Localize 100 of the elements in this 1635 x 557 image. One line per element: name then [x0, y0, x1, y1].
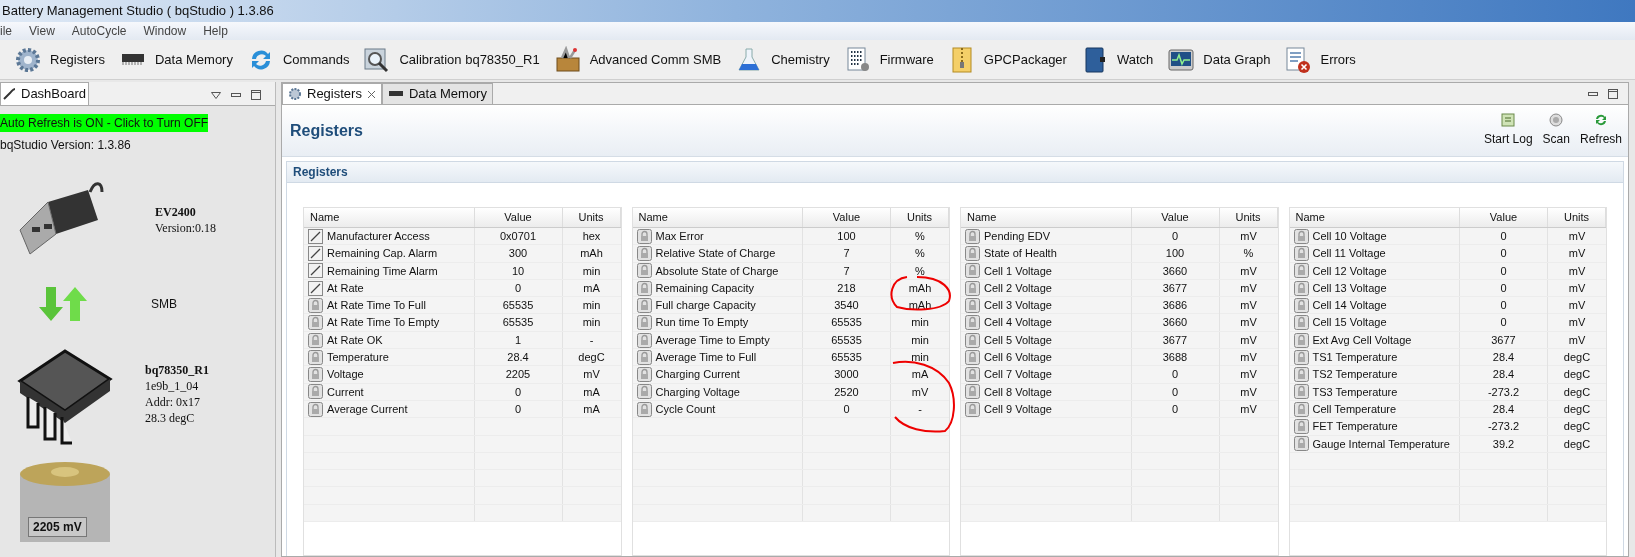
auto-refresh-toggle[interactable]: Auto Refresh is ON - Click to Turn OFF	[0, 114, 209, 132]
register-units: hex	[582, 229, 601, 244]
toolbar-button[interactable]: Chemistry	[735, 45, 830, 74]
register-value: 65535	[831, 350, 862, 366]
menu-item[interactable]: ile	[0, 22, 12, 40]
register-units: mV	[1568, 229, 1586, 244]
register-name: Average Time to Full	[655, 350, 757, 366]
register-name: Full charge Capacity	[655, 298, 756, 314]
register-value: 100	[1165, 246, 1185, 262]
register-value: 3660	[1162, 315, 1188, 331]
toolbar-button[interactable]: Data Graph	[1167, 45, 1271, 74]
toolbar-button[interactable]: Advanced Comm SMB	[553, 45, 722, 74]
action-button[interactable]: Start Log	[1483, 113, 1533, 148]
refresh-icon	[1594, 113, 1608, 127]
register-units: mAh	[908, 280, 932, 296]
toolbar-button[interactable]: Watch	[1080, 45, 1154, 74]
register-value: 100	[837, 229, 856, 244]
register-name: Absolute State of Charge	[655, 263, 779, 279]
column-header[interactable]: Value	[803, 208, 891, 227]
toolbar-button[interactable]: Firmware	[843, 45, 934, 74]
minimize-icon[interactable]	[231, 93, 241, 97]
register-units: degC	[1563, 419, 1591, 435]
transfer-arrows-icon	[38, 285, 88, 323]
register-name: Cell 14 Voltage	[1312, 298, 1387, 314]
column-header[interactable]: Name	[961, 208, 1132, 227]
register-units: degC	[578, 350, 605, 366]
register-units: degC	[1563, 367, 1591, 383]
register-name: Cell 10 Voltage	[1312, 229, 1387, 244]
register-name: At Rate	[327, 280, 364, 296]
column-header[interactable]: Units	[891, 208, 949, 227]
adapter-name: EV2400	[155, 203, 197, 220]
register-value: 0x0701	[499, 229, 537, 244]
toolbar-button[interactable]: GPCPackager	[947, 45, 1067, 74]
action-button[interactable]: Refresh	[1579, 113, 1622, 148]
minimize-icon[interactable]	[1588, 92, 1598, 96]
menu-item[interactable]: AutoCycle	[71, 22, 127, 40]
register-units: min	[911, 350, 929, 366]
column-header[interactable]: Name	[1289, 208, 1460, 227]
register-value: 0	[514, 280, 522, 296]
column-header[interactable]: Units	[1219, 208, 1278, 227]
error-document-icon	[1284, 45, 1313, 74]
toolbar-button[interactable]: Calibration bq78350_R1	[363, 45, 540, 74]
register-value: -273.2	[1487, 384, 1520, 400]
register-name: Manufacturer Access	[327, 229, 430, 244]
register-value: 0	[1171, 367, 1179, 383]
register-value: 218	[837, 280, 856, 296]
register-value: 3677	[1162, 332, 1188, 348]
register-name: Cell 1 Voltage	[984, 263, 1052, 279]
column-header[interactable]: Units	[562, 208, 621, 227]
register-units: min	[582, 263, 601, 279]
toolbar-button[interactable]: Registers	[14, 45, 105, 74]
window-title: Battery Management Studio ( bqStudio ) 1.3.86	[2, 2, 274, 21]
register-value: 0	[1500, 298, 1507, 314]
menu-item[interactable]: Window	[143, 22, 187, 40]
close-icon[interactable]	[366, 89, 376, 99]
register-value: 0	[1171, 229, 1179, 244]
register-value: 10	[511, 263, 525, 279]
register-name: Cell 9 Voltage	[984, 401, 1052, 417]
register-value: 0	[843, 401, 850, 417]
register-units: -	[918, 401, 922, 417]
register-units: mA	[583, 384, 600, 400]
register-units: %	[1243, 246, 1254, 262]
view-menu-icon[interactable]	[211, 91, 221, 99]
menu-item[interactable]: View	[29, 22, 55, 40]
menu-item[interactable]: Help	[203, 22, 228, 40]
toolbar-button[interactable]: Commands	[246, 45, 350, 74]
register-name: State of Health	[984, 246, 1057, 262]
device-name: bq78350_R1	[145, 361, 209, 378]
version-text: bqStudio Version: 1.3.86	[0, 137, 131, 154]
column-header[interactable]: Value	[1460, 208, 1548, 227]
action-button[interactable]: Scan	[1542, 113, 1570, 148]
register-name: Temperature	[327, 350, 389, 366]
column-header[interactable]: Name	[304, 208, 475, 227]
register-name: Run time To Empty	[655, 315, 749, 331]
register-name: Cell 13 Voltage	[1312, 280, 1387, 296]
maximize-icon[interactable]	[251, 90, 261, 100]
column-header[interactable]: Name	[632, 208, 803, 227]
column-header[interactable]: Units	[1548, 208, 1606, 227]
register-value: 0	[514, 384, 522, 400]
column-header[interactable]: Value	[1131, 208, 1220, 227]
register-units: mV	[1240, 332, 1257, 348]
editor-tab[interactable]: Data Memory	[381, 83, 493, 104]
register-units: mV	[1568, 280, 1586, 296]
register-units: min	[582, 315, 601, 331]
editor-tab[interactable]: Registers	[282, 83, 382, 104]
toolbar-button[interactable]: Data Memory	[118, 49, 233, 70]
maximize-icon[interactable]	[1608, 89, 1618, 99]
register-value: 39.2	[1492, 436, 1515, 452]
register-name: Cell Temperature	[1312, 401, 1397, 417]
toolbar-button[interactable]: Errors	[1284, 45, 1356, 74]
chip-icon	[387, 89, 404, 99]
register-units: mV	[911, 384, 929, 400]
toolbox-icon	[553, 45, 582, 74]
register-units: mV	[583, 367, 600, 383]
register-name: Average Current	[327, 401, 408, 417]
register-value: 3688	[1162, 350, 1188, 366]
register-value: 0	[1171, 401, 1179, 417]
register-units: %	[915, 246, 925, 262]
column-header[interactable]: Value	[474, 208, 563, 227]
dashboard-tab[interactable]: DashBoard	[0, 82, 90, 105]
